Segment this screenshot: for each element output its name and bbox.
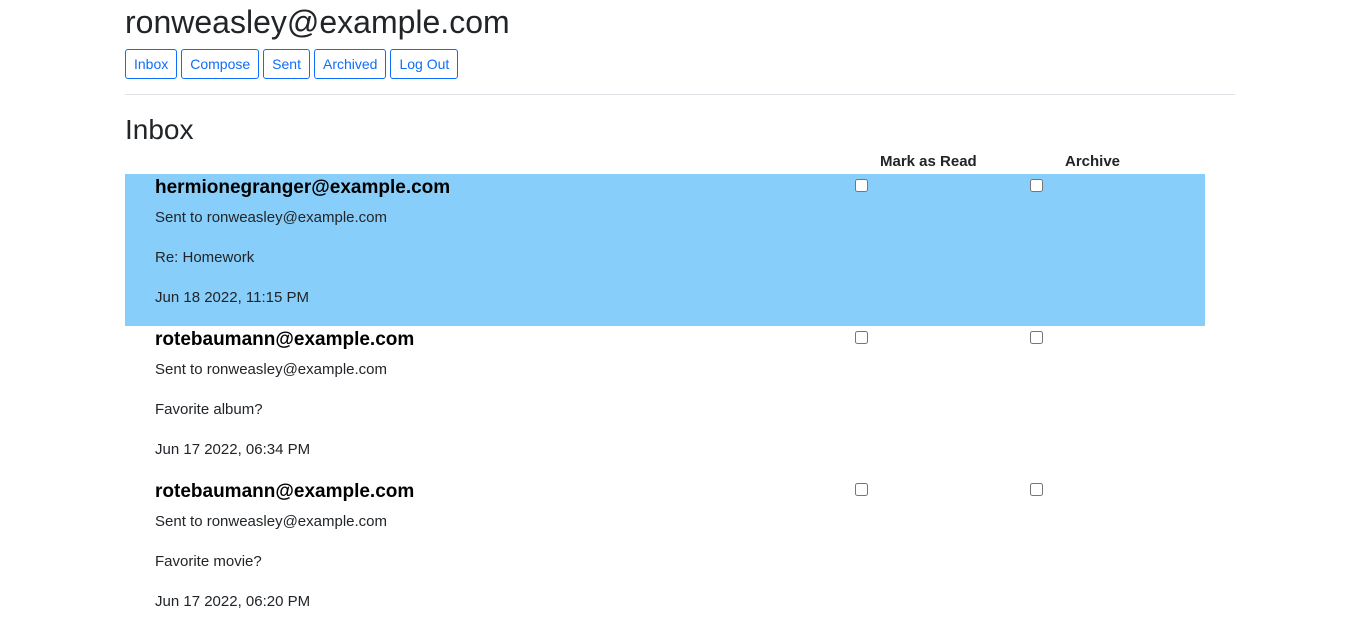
inbox-button[interactable]: Inbox <box>125 49 178 79</box>
email-content: rotebaumann@example.com Sent to ronweasl… <box>155 326 414 460</box>
column-headers: Mark as Read Archive <box>125 148 1205 174</box>
mailbox-title: Inbox <box>125 114 194 145</box>
email-row[interactable]: hermionegranger@example.com Sent to ronw… <box>125 174 1205 326</box>
mark-as-read-checkbox[interactable] <box>855 331 868 344</box>
email-timestamp: Jun 18 2022, 11:15 PM <box>155 289 309 306</box>
logout-button[interactable]: Log Out <box>390 49 459 79</box>
email-content: hermionegranger@example.com Sent to ronw… <box>155 174 450 308</box>
email-subject: Re: Homework <box>155 249 255 266</box>
email-recipients: Sent to ronweasley@example.com <box>155 209 388 226</box>
email-list: hermionegranger@example.com Sent to ronw… <box>125 174 1205 630</box>
email-recipients: Sent to ronweasley@example.com <box>155 513 388 530</box>
user-email-heading: ronweasley@example.com <box>125 4 510 40</box>
email-row[interactable]: rotebaumann@example.com Sent to ronweasl… <box>125 326 1205 478</box>
mark-as-read-checkbox[interactable] <box>855 483 868 496</box>
archive-header: Archive <box>1065 153 1121 170</box>
email-timestamp: Jun 17 2022, 06:20 PM <box>155 593 311 610</box>
mark-as-read-checkbox[interactable] <box>855 179 868 192</box>
email-content: rotebaumann@example.com Sent to ronweasl… <box>155 478 414 612</box>
nav-bar: Inbox Compose Sent Archived Log Out <box>125 49 1235 79</box>
mark-as-read-header: Mark as Read <box>880 153 977 170</box>
email-sender: hermionegranger@example.com <box>155 177 451 198</box>
email-sender: rotebaumann@example.com <box>155 329 415 350</box>
email-timestamp: Jun 17 2022, 06:34 PM <box>155 441 311 458</box>
archive-checkbox[interactable] <box>1030 179 1043 192</box>
email-recipients: Sent to ronweasley@example.com <box>155 361 388 378</box>
header-divider <box>125 94 1235 95</box>
archive-checkbox[interactable] <box>1030 331 1043 344</box>
archive-checkbox[interactable] <box>1030 483 1043 496</box>
archived-button[interactable]: Archived <box>313 49 387 79</box>
email-row[interactable]: rotebaumann@example.com Sent to ronweasl… <box>125 478 1205 630</box>
email-sender: rotebaumann@example.com <box>155 481 415 502</box>
page-container: ronweasley@example.com Inbox Compose Sen… <box>125 0 1235 630</box>
sent-button[interactable]: Sent <box>263 49 310 79</box>
compose-button[interactable]: Compose <box>181 49 260 79</box>
email-subject: Favorite album? <box>155 401 263 418</box>
email-subject: Favorite movie? <box>155 553 262 570</box>
